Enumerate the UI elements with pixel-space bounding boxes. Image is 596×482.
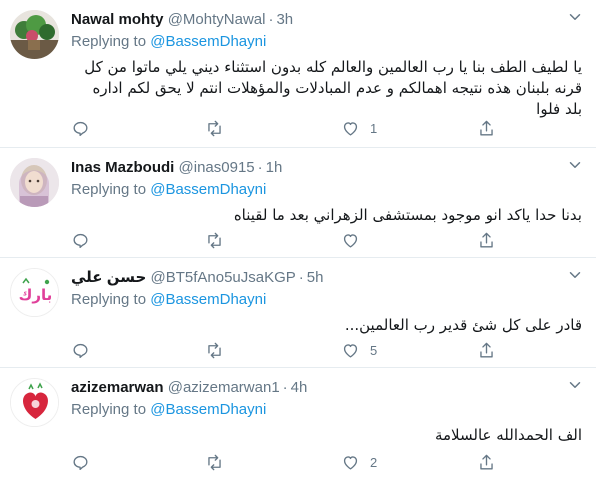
user-handle[interactable]: @inas0915	[179, 159, 255, 176]
chevron-down-icon[interactable]	[566, 266, 584, 284]
reply-button[interactable]	[71, 450, 100, 474]
timestamp[interactable]: 4h	[291, 379, 308, 396]
retweet-icon	[208, 120, 221, 136]
reply-icon	[73, 343, 88, 358]
replying-to: Replying to @BassemDhayni	[71, 180, 582, 200]
tweet-text: بدنا حدا ياكد انو موجود بمستشفى الزهراني…	[233, 206, 582, 224]
tweet-actions	[71, 228, 511, 252]
replying-to-link[interactable]: @BassemDhayni	[150, 291, 266, 308]
retweet-button[interactable]	[205, 338, 234, 362]
display-name[interactable]: حسن علي	[71, 269, 146, 286]
like-button[interactable]: 2	[341, 450, 377, 474]
reply-button[interactable]	[71, 116, 100, 140]
replying-to-label: Replying to	[71, 401, 147, 418]
share-icon	[480, 120, 493, 136]
retweet-icon	[208, 454, 221, 470]
reply-icon	[73, 455, 88, 470]
avatar[interactable]	[10, 378, 59, 427]
tweet-header: Nawal mohty @MohtyNawal · 3h	[71, 11, 294, 28]
reply-button[interactable]	[71, 338, 100, 362]
tweet-header: azizemarwan @azizemarwan1 · 4h	[71, 379, 308, 396]
retweet-button[interactable]	[205, 116, 234, 140]
heart-icon	[343, 121, 358, 136]
tweet-text: قادر على كل شئ قدير رب العالمين...	[344, 316, 582, 334]
tweet-text: الف الحمدالله عالسلامة	[434, 426, 582, 444]
tweet-header: حسن علي @BT5fAno5uJsaKGP · 5h	[71, 269, 324, 286]
reply-icon	[73, 121, 88, 136]
user-handle[interactable]: @MohtyNawal	[168, 11, 266, 28]
tweet[interactable]: Nawal mohty @MohtyNawal · 3h Replying to @…	[0, 0, 596, 148]
tweet-actions: 1	[71, 116, 511, 140]
like-count: 5	[370, 342, 378, 358]
tweet[interactable]: azizemarwan @azizemarwan1 · 4h Replying to…	[0, 368, 596, 482]
reply-button[interactable]	[71, 228, 100, 252]
share-icon	[480, 454, 493, 470]
replying-to: Replying to @BassemDhayni	[71, 400, 582, 420]
replying-to-label: Replying to	[71, 181, 147, 198]
avatar[interactable]: بارك	[10, 268, 59, 317]
share-button[interactable]	[477, 450, 496, 474]
retweet-icon	[208, 342, 221, 358]
retweet-icon	[208, 232, 221, 248]
like-button[interactable]: 5	[341, 338, 377, 362]
share-icon	[480, 342, 493, 358]
user-handle[interactable]: @BT5fAno5uJsaKGP	[150, 269, 295, 286]
tweet-actions: 2	[71, 450, 511, 474]
replying-to-link[interactable]: @BassemDhayni	[150, 33, 266, 50]
share-icon	[480, 232, 493, 248]
tweet-text: يا لطيف الطف بنا يا رب العالمين والعالم …	[84, 58, 582, 118]
heart-icon	[343, 455, 358, 470]
replying-to: Replying to @BassemDhayni	[71, 290, 582, 310]
tweet-actions: 5	[71, 338, 511, 362]
timestamp[interactable]: 3h	[276, 11, 293, 28]
heart-icon	[343, 343, 358, 358]
timestamp[interactable]: 5h	[307, 269, 324, 286]
display-name[interactable]: Nawal mohty	[71, 11, 164, 28]
heart-icon	[343, 233, 358, 248]
replying-to-label: Replying to	[71, 291, 147, 308]
replying-to-link[interactable]: @BassemDhayni	[150, 401, 266, 418]
user-handle[interactable]: @azizemarwan1	[168, 379, 280, 396]
replying-to-label: Replying to	[71, 33, 147, 50]
like-count: 2	[370, 454, 378, 470]
reply-icon	[73, 233, 88, 248]
retweet-button[interactable]	[205, 450, 234, 474]
replying-to: Replying to @BassemDhayni	[71, 32, 582, 52]
like-button[interactable]: 1	[341, 116, 377, 140]
like-count: 1	[370, 120, 378, 136]
chevron-down-icon[interactable]	[566, 156, 584, 174]
tweet-header: Inas Mazboudi @inas0915 · 1h	[71, 159, 283, 176]
share-button[interactable]	[477, 228, 496, 252]
chevron-down-icon[interactable]	[566, 8, 584, 26]
chevron-down-icon[interactable]	[566, 376, 584, 394]
timestamp[interactable]: 1h	[266, 159, 283, 176]
avatar-logo-text: بارك	[19, 286, 53, 304]
share-button[interactable]	[477, 116, 496, 140]
display-name[interactable]: Inas Mazboudi	[71, 159, 174, 176]
avatar[interactable]	[10, 158, 59, 207]
replying-to-link[interactable]: @BassemDhayni	[150, 181, 266, 198]
like-button[interactable]	[341, 228, 370, 252]
tweet[interactable]: Inas Mazboudi @inas0915 · 1h Replying to @…	[0, 148, 596, 258]
retweet-button[interactable]	[205, 228, 234, 252]
share-button[interactable]	[477, 338, 496, 362]
avatar[interactable]	[10, 10, 59, 59]
tweet[interactable]: بارك حسن علي @BT5fAno5uJsaKGP · 5h Replyin…	[0, 258, 596, 368]
display-name[interactable]: azizemarwan	[71, 379, 164, 396]
